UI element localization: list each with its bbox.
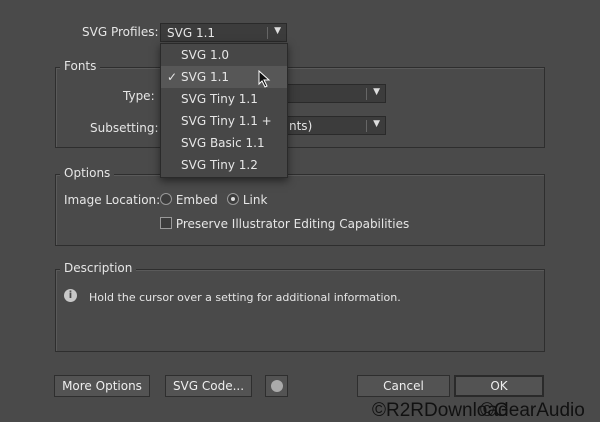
menu-item-svg-1-0[interactable]: SVG 1.0 <box>161 44 287 66</box>
svg-profiles-value: SVG 1.1 <box>167 26 216 40</box>
menu-item-label: SVG Tiny 1.2 <box>181 158 258 172</box>
divider <box>366 120 367 132</box>
embed-label: Embed <box>175 193 218 207</box>
radio-button[interactable] <box>227 193 239 205</box>
svg-profiles-menu: SVG 1.0 ✓ SVG 1.1 SVG Tiny 1.1 SVG Tiny 1… <box>160 43 288 178</box>
menu-item-svg-1-1[interactable]: ✓ SVG 1.1 <box>161 66 287 88</box>
watermark: ©GearAudio <box>480 400 585 421</box>
cancel-button[interactable]: Cancel <box>357 375 450 397</box>
menu-item-label: SVG 1.1 <box>181 70 230 84</box>
subsetting-value: nts) <box>289 119 313 133</box>
menu-item-label: SVG Basic 1.1 <box>181 136 265 150</box>
type-label: Type: <box>123 89 155 103</box>
chevron-down-icon: ▼ <box>373 119 380 129</box>
options-group: Options Image Location: Embed Link Prese… <box>55 166 545 246</box>
mouse-cursor-icon <box>258 70 271 88</box>
link-radio[interactable]: Link <box>227 193 267 207</box>
globe-icon <box>271 380 283 392</box>
options-title: Options <box>60 166 115 180</box>
fonts-group: Fonts Type: ▼ Subsetting: nts) ▼ <box>55 59 545 148</box>
menu-item-svg-tiny-1-2[interactable]: SVG Tiny 1.2 <box>161 154 287 176</box>
link-label: Link <box>242 193 268 207</box>
description-text: Hold the cursor over a setting for addit… <box>89 291 401 304</box>
svg-profiles-label: SVG Profiles: <box>82 25 159 39</box>
more-options-button[interactable]: More Options <box>54 375 150 397</box>
svg-code-button[interactable]: SVG Code... <box>165 375 252 397</box>
chevron-down-icon: ▼ <box>373 87 380 97</box>
menu-item-svg-tiny-1-1-plus[interactable]: SVG Tiny 1.1 + <box>161 110 287 132</box>
menu-item-label: SVG Tiny 1.1 <box>181 92 258 106</box>
svg-profiles-select[interactable]: SVG 1.1 ▼ <box>160 23 287 42</box>
embed-radio[interactable]: Embed <box>160 193 218 207</box>
ok-button[interactable]: OK <box>454 375 544 397</box>
preserve-checkbox[interactable]: Preserve Illustrator Editing Capabilitie… <box>160 217 409 231</box>
description-group: Description i Hold the cursor over a set… <box>55 261 545 352</box>
menu-item-label: SVG 1.0 <box>181 48 230 62</box>
checkmark-icon: ✓ <box>167 70 178 84</box>
fonts-title: Fonts <box>60 59 101 73</box>
subsetting-label: Subsetting: <box>90 121 159 135</box>
menu-item-svg-tiny-1-1[interactable]: SVG Tiny 1.1 <box>161 88 287 110</box>
image-location-label: Image Location: <box>64 193 161 207</box>
description-title: Description <box>60 261 137 275</box>
info-icon: i <box>64 289 77 302</box>
menu-item-svg-basic-1-1[interactable]: SVG Basic 1.1 <box>161 132 287 154</box>
divider <box>366 88 367 100</box>
radio-button[interactable] <box>160 193 172 205</box>
preserve-label: Preserve Illustrator Editing Capabilitie… <box>175 217 410 231</box>
checkbox[interactable] <box>160 217 172 229</box>
divider <box>267 27 268 39</box>
menu-item-label: SVG Tiny 1.1 + <box>181 114 272 128</box>
chevron-down-icon: ▼ <box>274 26 281 36</box>
web-preview-button[interactable] <box>265 375 288 397</box>
